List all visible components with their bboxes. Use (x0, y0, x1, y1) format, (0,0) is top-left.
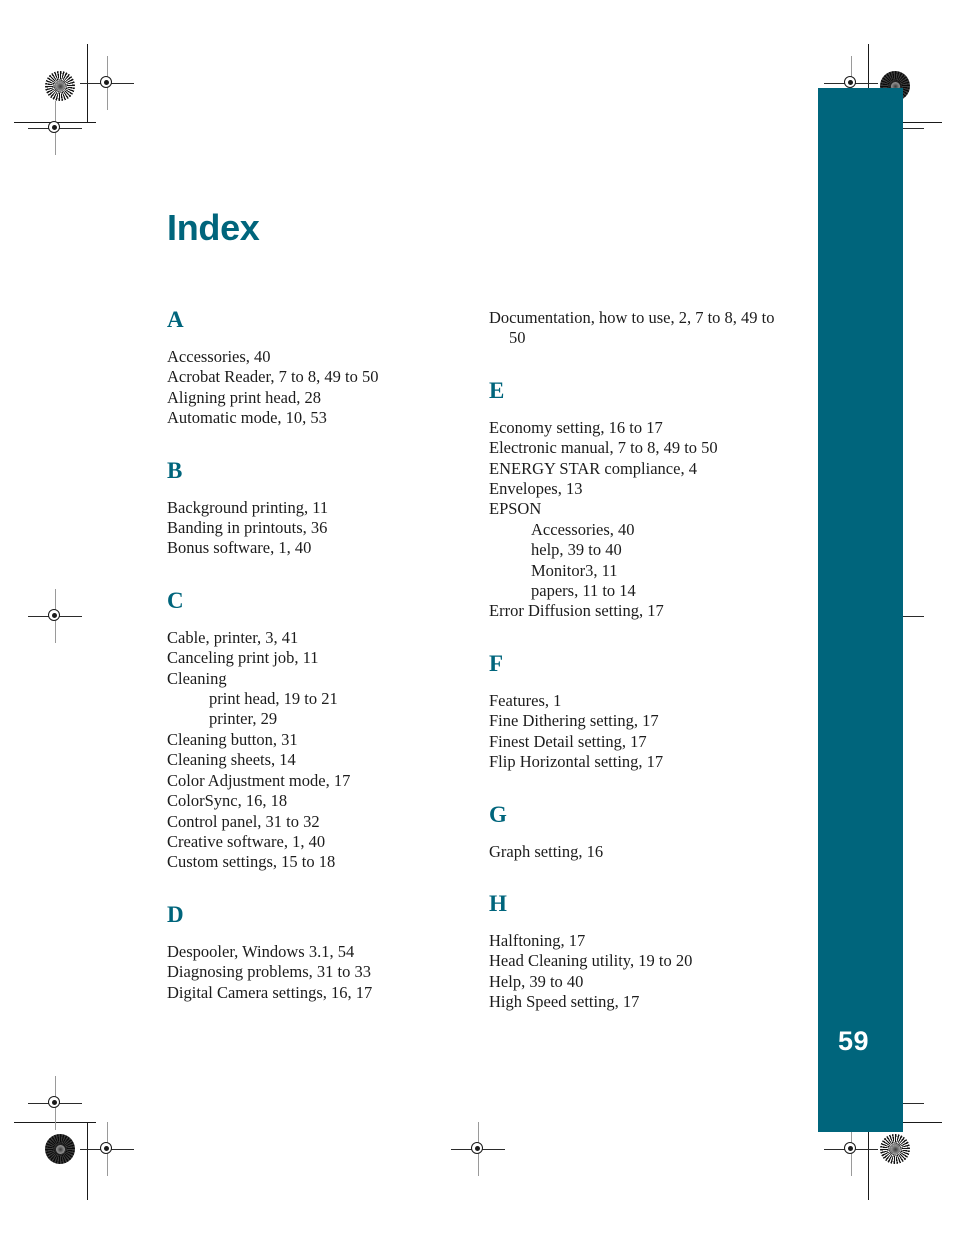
page-title: Index (167, 207, 260, 248)
star-target-bottom-left (45, 1134, 75, 1164)
index-entry-list: Cable, printer, 3, 41 Canceling print job… (167, 628, 467, 873)
index-entry: Accessories, 40 (167, 347, 271, 366)
index-entry: Bonus software, 1, 40 (167, 538, 312, 558)
index-entry: Automatic mode, 10, 53 (167, 408, 327, 428)
index-entry: High Speed setting, 17 (489, 992, 640, 1012)
index-entry: Electronic manual, 7 to 8, 49 to 50 (489, 438, 718, 458)
index-entry: Control panel, 31 to 32 (167, 811, 320, 831)
index-group-b: B Background printing, 11 Banding in print… (167, 459, 467, 559)
registration-target-bottom-left-upper (28, 1076, 82, 1130)
index-entry-list: Despooler, Windows 3.1, 54 Diagnosing pro… (167, 942, 467, 1003)
index-subentry: help, 39 to 40 (531, 540, 622, 560)
index-subentry: papers, 11 to 14 (531, 581, 636, 601)
index-letter-heading: H (489, 890, 507, 916)
registration-target-bottom-center (451, 1122, 505, 1176)
index-column-right: Documentation, how to use, 2, 7 to 8, 49… (489, 308, 789, 1013)
index-entry: Color Adjustment mode, 17 (167, 770, 351, 790)
index-letter-heading: C (167, 587, 184, 613)
index-body: A Accessories, 40 Acrobat Reader, 7 to 8, … (0, 308, 954, 1068)
registration-target-top-left-upper (80, 56, 134, 110)
index-group-d: D Despooler, Windows 3.1, 54 Diagnosing pr… (167, 903, 467, 1003)
index-entry: EPSON (489, 499, 542, 519)
crop-line-bottom-left-vertical (87, 1122, 88, 1200)
index-subentry: Accessories, 40 (531, 519, 635, 539)
crop-line-top-left-horizontal (14, 122, 96, 123)
index-entry: Envelopes, 13 (489, 479, 583, 499)
registration-target-top-left-lower (28, 101, 82, 155)
crop-line-bottom-left-horizontal (14, 1122, 96, 1123)
registration-target-bottom-left-lower (80, 1122, 134, 1176)
index-entry: Despooler, Windows 3.1, 54 (167, 941, 355, 961)
index-entry: Cleaning sheets, 14 (167, 750, 296, 770)
index-group-h: H Halftoning, 17 Head Cleaning utility, 19… (489, 892, 789, 1013)
index-entry: Digital Camera settings, 16, 17 (167, 982, 373, 1002)
index-entry-list: Graph setting, 16 (489, 842, 789, 862)
index-entry: Halftoning, 17 (489, 930, 586, 950)
index-group-a: A Accessories, 40 Acrobat Reader, 7 to 8, … (167, 308, 467, 429)
index-subentry: Monitor3, 11 (531, 560, 618, 580)
index-entry: Custom settings, 15 to 18 (167, 852, 336, 872)
index-entry: Finest Detail setting, 17 (489, 731, 647, 751)
star-target-top-left (45, 71, 75, 101)
index-entry-list: Features, 1 Fine Dithering setting, 17 Fin… (489, 691, 789, 773)
index-entry-list: Accessories, 40 Acrobat Reader, 7 to 8, 4… (167, 347, 467, 429)
index-group-continuation: Documentation, how to use, 2, 7 to 8, 49… (489, 308, 789, 349)
index-entry: Acrobat Reader, 7 to 8, 49 to 50 (167, 367, 379, 387)
index-group-e: E Economy setting, 16 to 17 Electronic man… (489, 379, 789, 622)
index-entry: Head Cleaning utility, 19 to 20 (489, 951, 693, 971)
registration-target-bottom-right-lower (824, 1122, 878, 1176)
index-letter-heading: G (489, 801, 507, 827)
index-entry: Canceling print job, 11 (167, 648, 319, 668)
index-group-f: F Features, 1 Fine Dithering setting, 17 Fi… (489, 652, 789, 773)
index-entry: Diagnosing problems, 31 to 33 (167, 962, 371, 982)
index-letter-heading: F (489, 650, 504, 676)
index-entry: Documentation, how to use, 2, 7 to 8, 49… (489, 308, 775, 348)
index-letter-heading: A (167, 307, 184, 332)
index-entry: Cable, printer, 3, 41 (167, 627, 299, 647)
index-letter-heading: E (489, 377, 505, 403)
index-entry: Economy setting, 16 to 17 (489, 417, 663, 437)
index-column-left: A Accessories, 40 Acrobat Reader, 7 to 8, … (167, 308, 467, 1003)
index-letter-heading: B (167, 457, 183, 483)
index-entry: Graph setting, 16 (489, 841, 604, 861)
index-entry: Cleaning (167, 668, 227, 688)
index-entry: Background printing, 11 (167, 497, 329, 517)
index-letter-heading: D (167, 901, 184, 927)
index-group-c: C Cable, printer, 3, 41 Canceling print jo… (167, 589, 467, 873)
index-subentry: printer, 29 (209, 709, 278, 729)
index-entry-list: Background printing, 11 Banding in printo… (167, 498, 467, 559)
star-target-bottom-right (880, 1134, 910, 1164)
crop-line-bottom-right-vertical (868, 1122, 869, 1200)
index-entry: Banding in printouts, 36 (167, 518, 328, 538)
crop-line-top-left-vertical (87, 44, 88, 122)
index-entry: Fine Dithering setting, 17 (489, 711, 659, 731)
index-entry: Aligning print head, 28 (167, 387, 321, 407)
index-entry: Features, 1 (489, 690, 562, 710)
index-entry: Help, 39 to 40 (489, 971, 584, 991)
index-entry: Error Diffusion setting, 17 (489, 601, 664, 621)
index-entry: Cleaning button, 31 (167, 729, 298, 749)
index-entry: Flip Horizontal setting, 17 (489, 752, 664, 772)
index-group-g: G Graph setting, 16 (489, 803, 789, 862)
index-entry: ENERGY STAR compliance, 4 (489, 458, 697, 478)
index-entry-list: Halftoning, 17 Head Cleaning utility, 19 … (489, 931, 789, 1013)
index-entry-list: Economy setting, 16 to 17 Electronic manu… (489, 418, 789, 622)
index-entry: ColorSync, 16, 18 (167, 791, 288, 811)
index-entry-list: Documentation, how to use, 2, 7 to 8, 49… (489, 308, 789, 349)
index-entry: Creative software, 1, 40 (167, 831, 326, 851)
index-subentry: print head, 19 to 21 (209, 689, 338, 709)
